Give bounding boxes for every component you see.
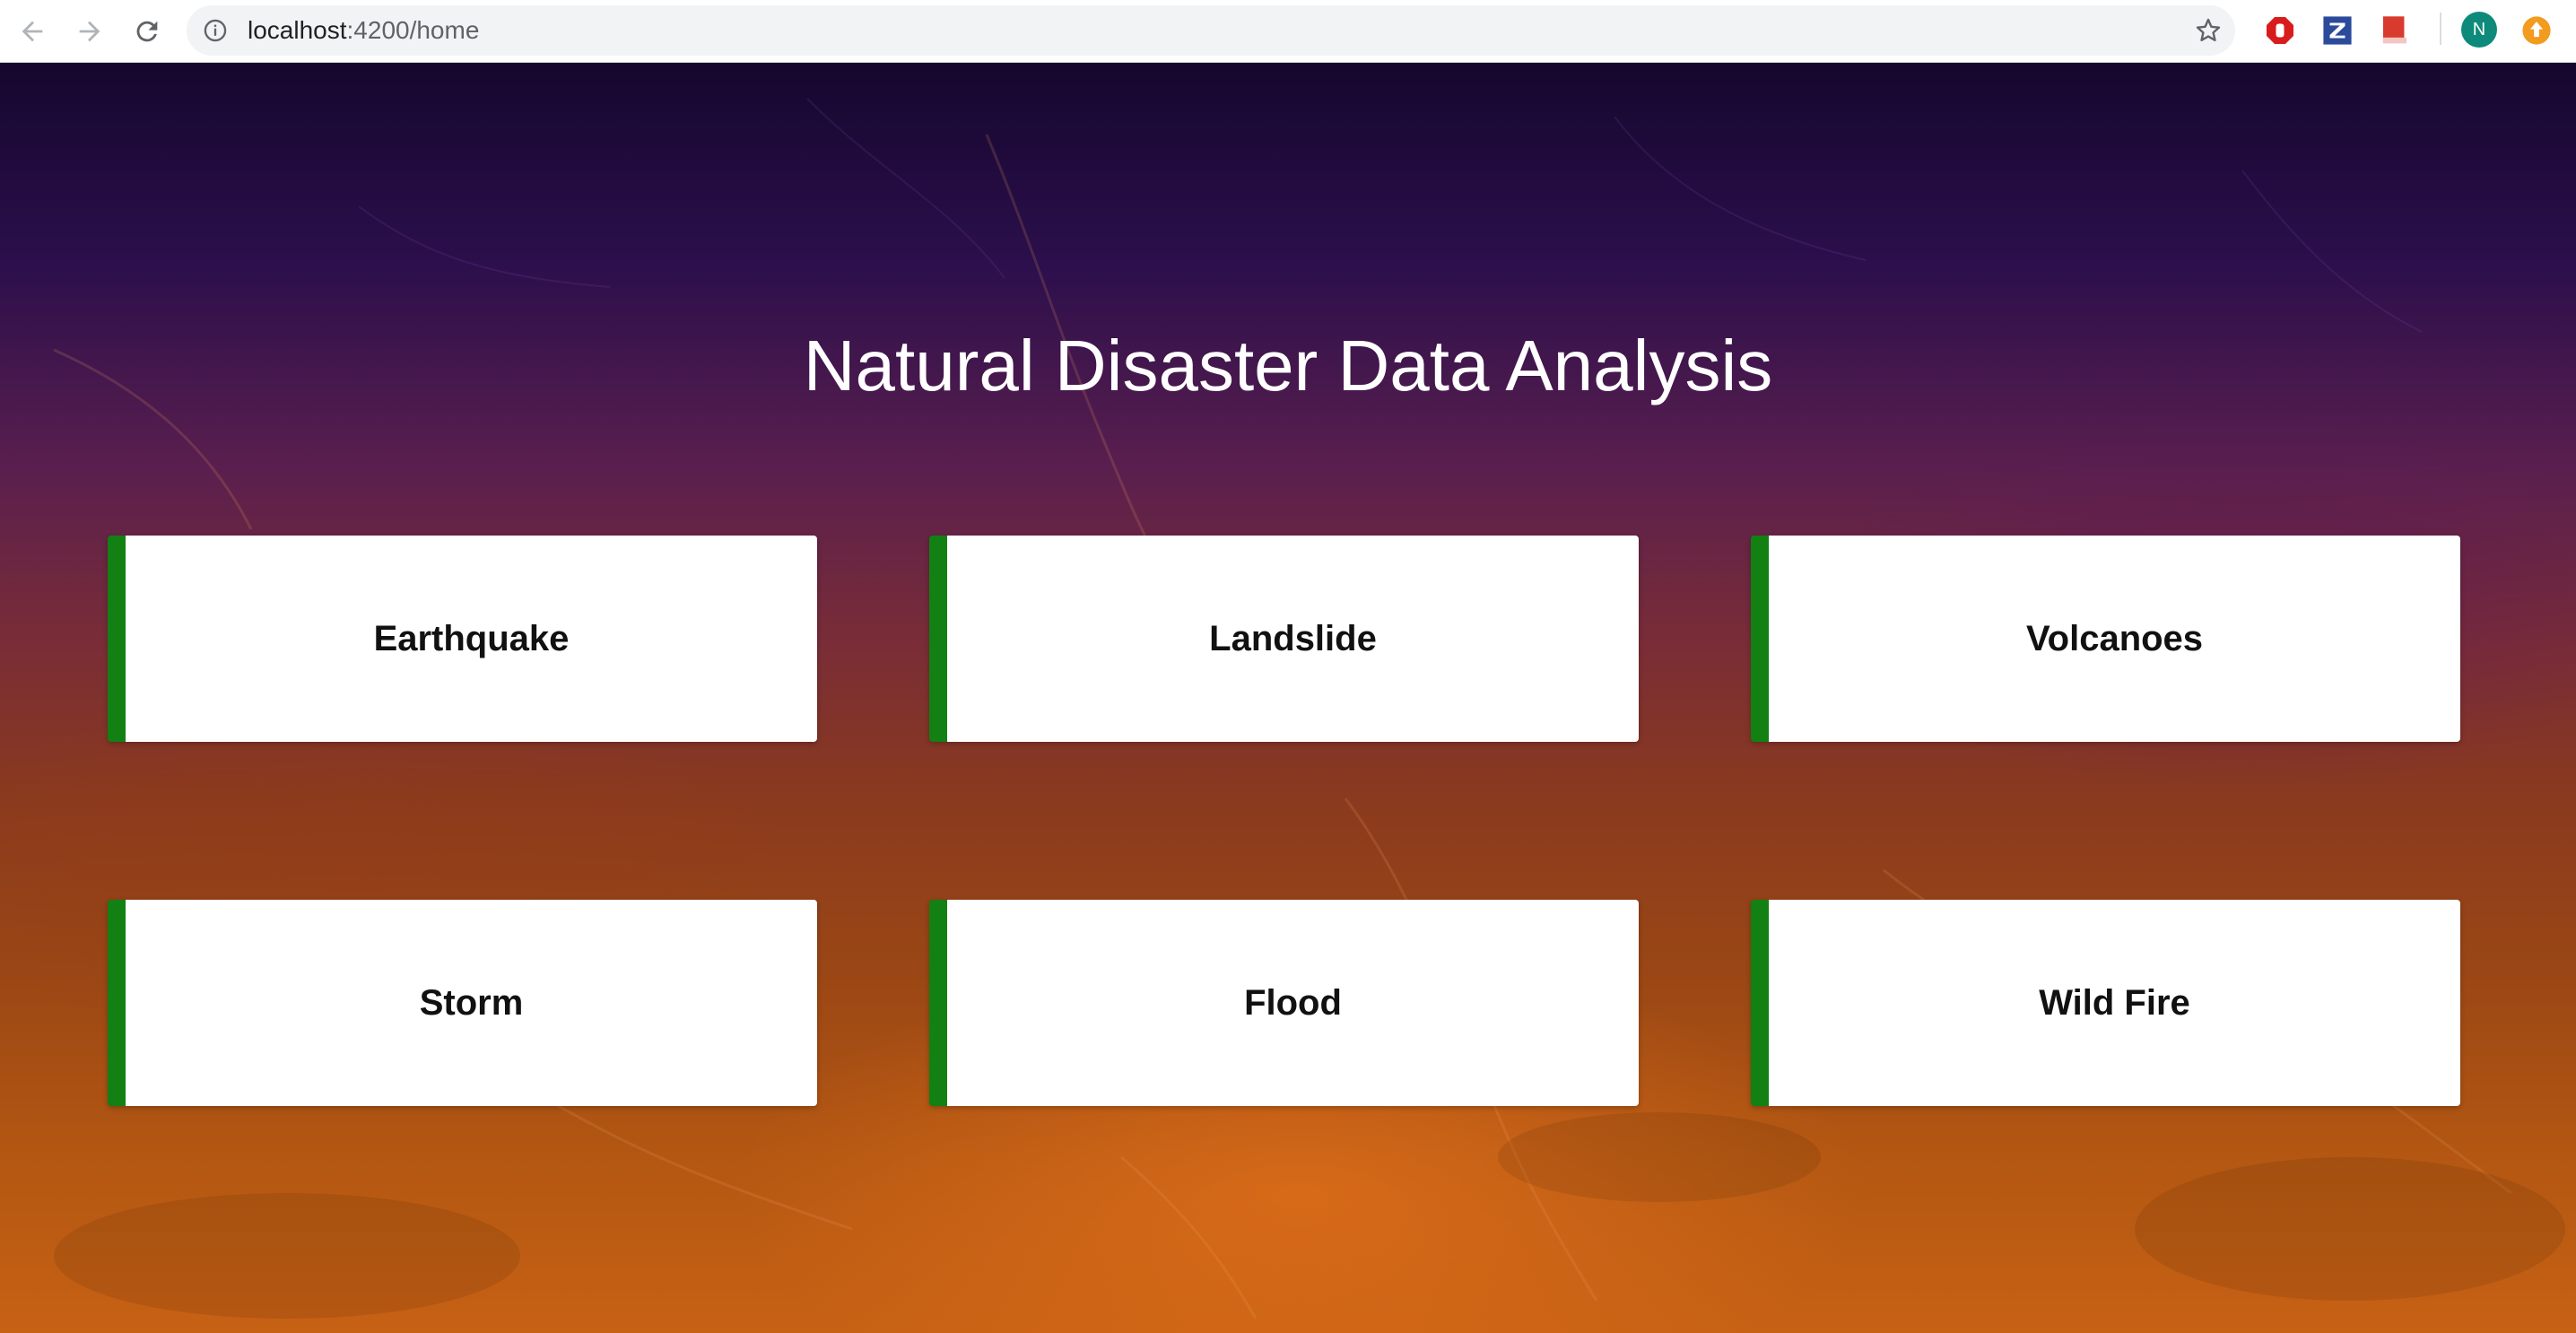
- adblock-extension[interactable]: [2262, 13, 2298, 48]
- address-bar[interactable]: localhost:4200/home: [187, 5, 2235, 56]
- zotero-extension[interactable]: [2319, 13, 2355, 48]
- bookmark-extension[interactable]: [2377, 13, 2413, 48]
- card-storm[interactable]: Storm: [108, 900, 817, 1106]
- reload-button[interactable]: [127, 12, 167, 51]
- url-host: localhost: [248, 16, 347, 44]
- update-button[interactable]: [2519, 13, 2554, 48]
- card-label: Volcanoes: [2025, 618, 2204, 658]
- adblock-icon: [2267, 17, 2293, 44]
- card-volcanoes[interactable]: Volcanoes: [1751, 536, 2460, 742]
- forward-button[interactable]: [70, 12, 109, 51]
- back-icon: [22, 21, 43, 42]
- card-landslide[interactable]: Landslide: [929, 536, 1639, 742]
- page-title: Natural Disaster Data Analysis: [803, 326, 1773, 405]
- card-label: Earthquake: [373, 618, 570, 658]
- bookmark-extension-icon: [2382, 16, 2407, 44]
- forward-icon: [79, 21, 100, 42]
- card-label: Flood: [1244, 982, 1342, 1023]
- url-text[interactable]: localhost:4200/home: [248, 18, 479, 43]
- browser-toolbar: localhost:4200/home N: [0, 0, 2576, 63]
- profile-avatar[interactable]: N: [2461, 12, 2497, 48]
- zotero-icon: [2323, 16, 2352, 45]
- back-button[interactable]: [13, 12, 52, 51]
- card-label: Wild Fire: [2039, 982, 2190, 1023]
- card-label: Storm: [419, 982, 524, 1023]
- card-earthquake[interactable]: Earthquake: [108, 536, 817, 742]
- card-flood[interactable]: Flood: [929, 900, 1639, 1106]
- update-icon: [2522, 16, 2551, 45]
- url-path: :4200/home: [346, 16, 480, 44]
- bookmark-star-icon[interactable]: [2194, 16, 2223, 45]
- page-content: Natural Disaster Data Analysis Earthquak…: [0, 63, 2576, 1333]
- info-icon[interactable]: [203, 18, 228, 43]
- card-label: Landslide: [1209, 618, 1377, 658]
- toolbar-divider: [2440, 13, 2441, 45]
- card-wild-fire[interactable]: Wild Fire: [1751, 900, 2460, 1106]
- reload-icon: [136, 21, 158, 42]
